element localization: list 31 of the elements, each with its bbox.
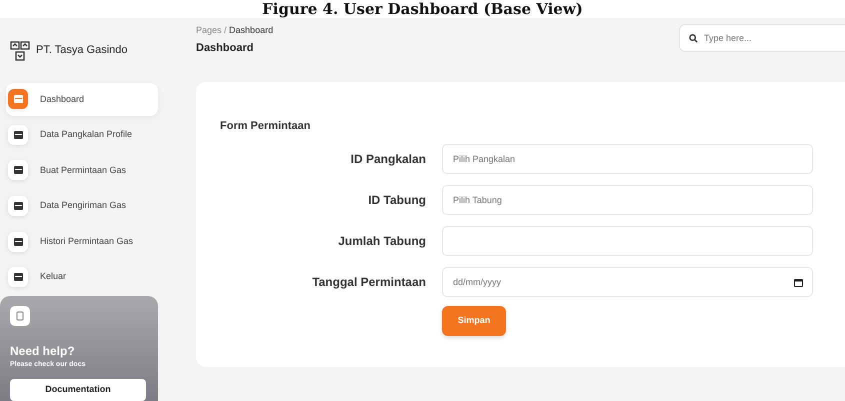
phone-icon [10,306,30,326]
sidebar-item[interactable]: Dashboard [6,83,158,116]
folder-icon [14,202,22,210]
help-title: Need help? [10,343,76,360]
select-field[interactable]: Pilih Pangkalan [442,144,813,174]
folder-icon [14,95,22,104]
documentation-button[interactable]: Documentation [10,378,146,401]
sidebar-item[interactable]: Data Pengiriman Gas [6,190,158,222]
search-field[interactable]: Type here... [679,24,845,52]
sidebar-item[interactable]: Data Pangkalan Profile [6,118,158,152]
search-icon [689,34,698,43]
breadcrumb: Pages / Dashboard [196,24,274,37]
brand-name: PT. Tasya Gasindo [36,43,128,58]
field-label: Jumlah Tabung [337,232,427,250]
field-label: ID Tabung [367,192,427,208]
form-title: Form Permintaan [220,119,312,134]
sidebar-item[interactable]: Buat Permintaan Gas [6,154,158,187]
logo-icon [10,40,30,61]
page-title: Dashboard [196,40,254,56]
folder-icon [14,238,22,246]
folder-icon [14,166,22,174]
input-field[interactable] [442,226,813,256]
sidebar-item[interactable]: Histori Permintaan Gas [6,225,158,258]
field-label: Tanggal Permintaan [311,274,427,290]
folder-icon [14,130,22,139]
date-field[interactable]: dd/mm/yyyy [442,266,813,296]
select-field[interactable]: Pilih Tabung [442,184,813,214]
sidebar-item[interactable]: Keluar [6,260,158,294]
folder-icon [14,273,22,282]
figure-caption: Figure 4. User Dashboard (Base View) [261,0,584,18]
field-label: ID Pangkalan [350,150,427,168]
